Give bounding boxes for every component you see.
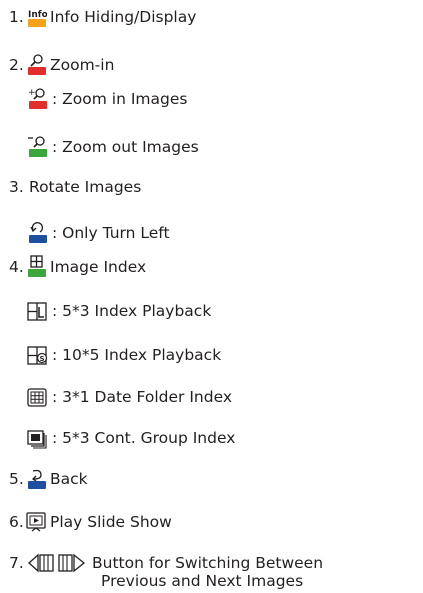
svg-text:+: +: [28, 88, 36, 98]
index-10x5-icon: S: [27, 343, 48, 367]
item-number: 4.: [9, 258, 24, 276]
item-number: 7.: [9, 554, 24, 572]
item-label: Image Index: [50, 258, 147, 276]
item-label: Back: [50, 470, 88, 488]
list-item: 3. Rotate Images: [9, 174, 141, 200]
slide-show-icon: [26, 510, 47, 534]
list-item: : 3*1 Date Folder Index: [27, 384, 232, 410]
item-label: : Zoom out Images: [52, 138, 199, 156]
prev-next-icon: [26, 551, 88, 575]
list-item: 2. Zoom-in: [9, 52, 114, 78]
back-icon: [26, 467, 47, 491]
rotate-left-icon: [27, 221, 48, 245]
item-number: 3.: [9, 178, 24, 196]
list-item: 6. Play Slide Show: [9, 509, 172, 535]
list-item: S : 10*5 Index Playback: [27, 342, 221, 368]
item-label: : 5*3 Index Playback: [52, 302, 212, 320]
list-item: 1. Info Info Hiding/Display: [9, 4, 196, 30]
item-label: Button for Switching Between: [92, 554, 324, 572]
cont-group-index-icon: [27, 426, 48, 450]
item-number: 6.: [9, 513, 24, 531]
zoom-out-icon: [27, 135, 48, 159]
item-label: : 10*5 Index Playback: [52, 346, 222, 364]
svg-text:Info: Info: [28, 10, 47, 20]
list-item: 5. Back: [9, 466, 88, 492]
item-number: 2.: [9, 56, 24, 74]
image-index-icon: [26, 255, 47, 279]
item-label: : Zoom in Images: [52, 90, 188, 108]
item-label: Rotate Images: [29, 178, 142, 196]
list-item: : 5*3 Cont. Group Index: [27, 425, 235, 451]
item-label: Play Slide Show: [50, 513, 172, 531]
item-label: Info Hiding/Display: [50, 8, 197, 26]
zoom-in-icon: +: [27, 87, 48, 111]
item-label: : 3*1 Date Folder Index: [52, 388, 233, 406]
index-5x3-icon: [27, 299, 48, 323]
item-label: : Only Turn Left: [52, 224, 170, 242]
item-number: 5.: [9, 470, 24, 488]
list-item: : 5*3 Index Playback: [27, 298, 211, 324]
info-icon: Info: [26, 5, 47, 29]
item-label: : 5*3 Cont. Group Index: [52, 429, 236, 447]
zoom-icon: [26, 53, 47, 77]
list-item: : Only Turn Left: [27, 220, 170, 246]
item-label: Zoom-in: [50, 56, 115, 74]
item-label-continued: Previous and Next Images: [101, 572, 304, 590]
list-item: + : Zoom in Images: [27, 86, 187, 112]
svg-text:S: S: [40, 355, 45, 363]
list-item: : Zoom out Images: [27, 134, 199, 160]
item-number: 1.: [9, 8, 24, 26]
list-item: 4. Image Index: [9, 254, 146, 280]
date-folder-index-icon: [27, 385, 48, 409]
